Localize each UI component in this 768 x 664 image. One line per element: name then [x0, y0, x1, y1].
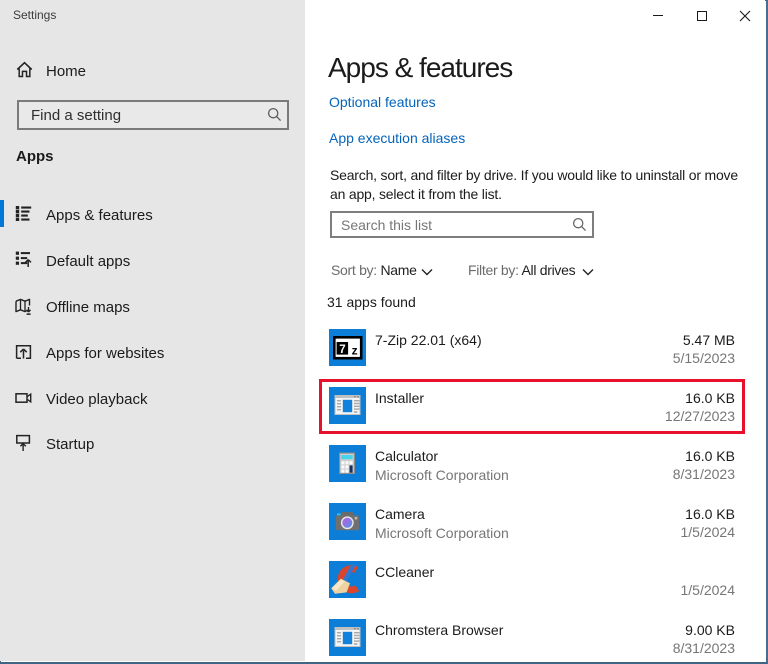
svg-text:z: z — [352, 344, 358, 358]
svg-text:7: 7 — [339, 344, 345, 356]
